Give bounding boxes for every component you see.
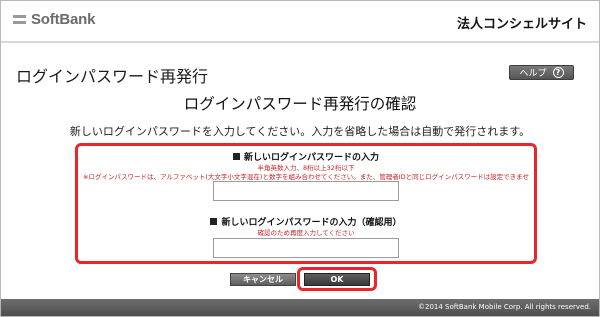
page-title: ログインパスワード再発行: [16, 67, 209, 86]
instruction-text: 新しいログインパスワードを入力してください。入力を省略した場合は自動で発行されま…: [69, 125, 531, 138]
site-footer: ©2014 SoftBank Mobile Corp. All rights r…: [1, 299, 599, 316]
logo-text: SoftBank: [31, 11, 96, 28]
help-label: ヘルプ: [519, 69, 547, 79]
softbank-logo-icon: [13, 15, 26, 24]
copyright-text: ©2014 SoftBank Mobile Corp. All rights r…: [418, 303, 591, 311]
square-bullet-icon: [210, 218, 218, 225]
header-divider: [1, 41, 599, 43]
ok-button[interactable]: OK: [304, 273, 370, 286]
confirm-password-input[interactable]: [213, 238, 399, 258]
password-form-box: 新しいログインパスワードの入力 半角英数入力、8桁以上32桁以下 ※ログインパス…: [75, 143, 537, 264]
question-icon: ?: [552, 67, 564, 78]
square-bullet-icon: [232, 153, 240, 160]
new-password-input[interactable]: [213, 181, 399, 201]
help-button[interactable]: ヘルプ ?: [509, 65, 574, 80]
confirm-heading: ログインパスワード再発行の確認: [183, 95, 417, 113]
confirm-password-hint: 確認のため再度入力してください: [257, 229, 355, 237]
softbank-logo[interactable]: SoftBank: [13, 11, 95, 28]
site-header: SoftBank 法人コンシェルサイト: [1, 1, 599, 41]
site-title: 法人コンシェルサイト: [456, 17, 587, 32]
cancel-button[interactable]: キャンセル: [230, 273, 296, 286]
